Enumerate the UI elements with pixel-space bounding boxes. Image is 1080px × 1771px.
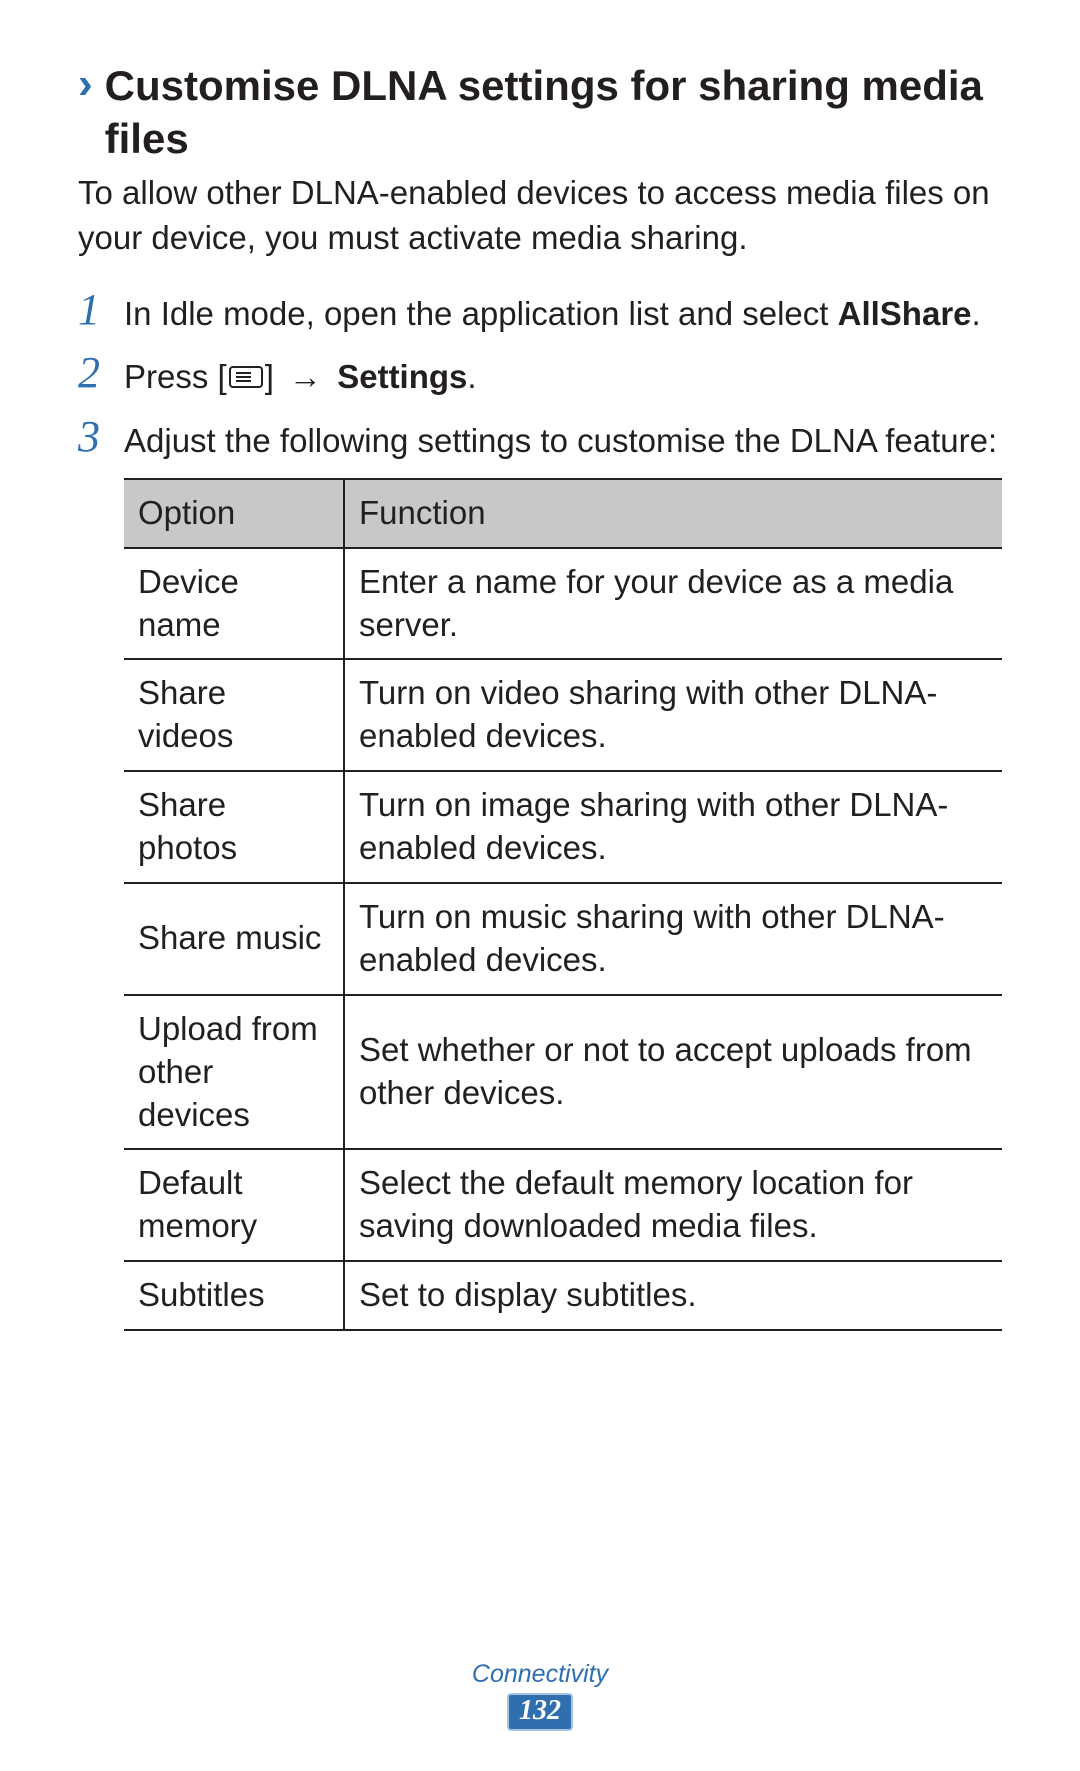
settings-table: Option Function Device name Enter a name… [124, 478, 1002, 1331]
step-text: In Idle mode, open the application list … [124, 295, 838, 332]
step-body: Press [] → Settings. [124, 351, 477, 402]
table-row: Default memory Select the default memory… [124, 1149, 1002, 1261]
step-1: 1 In Idle mode, open the application lis… [78, 288, 1002, 337]
table-row: Subtitles Set to display subtitles. [124, 1261, 1002, 1330]
cell-function: Select the default memory location for s… [344, 1149, 1002, 1261]
cell-function: Set whether or not to accept uploads fro… [344, 995, 1002, 1150]
table-row: Device name Enter a name for your device… [124, 548, 1002, 660]
page-footer: Connectivity 132 [0, 1660, 1080, 1731]
cell-function: Turn on image sharing with other DLNA-en… [344, 771, 1002, 883]
cell-option: Default memory [124, 1149, 344, 1261]
header-option: Option [124, 479, 344, 548]
cell-option: Subtitles [124, 1261, 344, 1330]
step-text-pre: Press [ [124, 358, 227, 395]
page-number-badge: 132 [507, 1693, 573, 1731]
cell-function: Enter a name for your device as a media … [344, 548, 1002, 660]
step-number: 1 [78, 288, 124, 332]
cell-function: Turn on video sharing with other DLNA-en… [344, 659, 1002, 771]
menu-icon [229, 355, 263, 400]
step-post: . [467, 358, 476, 395]
table-row: Upload from other devices Set whether or… [124, 995, 1002, 1150]
cell-function: Turn on music sharing with other DLNA-en… [344, 883, 1002, 995]
step-post: . [972, 295, 981, 332]
cell-function: Set to display subtitles. [344, 1261, 1002, 1330]
cell-option: Upload from other devices [124, 995, 344, 1150]
step-3: 3 Adjust the following settings to custo… [78, 415, 1002, 464]
step-bold: Settings [337, 358, 467, 395]
table-header-row: Option Function [124, 479, 1002, 548]
table-row: Share photos Turn on image sharing with … [124, 771, 1002, 883]
arrow-right-icon: → [289, 358, 331, 395]
step-2: 2 Press [] → Settings. [78, 351, 1002, 402]
table-row: Share music Turn on music sharing with o… [124, 883, 1002, 995]
footer-section-label: Connectivity [0, 1660, 1080, 1689]
intro-paragraph: To allow other DLNA-enabled devices to a… [78, 171, 1002, 260]
step-body: In Idle mode, open the application list … [124, 288, 981, 337]
cell-option: Device name [124, 548, 344, 660]
cell-option: Share photos [124, 771, 344, 883]
step-text-bracket: ] [265, 358, 283, 395]
step-body: Adjust the following settings to customi… [124, 415, 997, 464]
header-function: Function [344, 479, 1002, 548]
step-number: 3 [78, 415, 124, 459]
section-heading: › Customise DLNA settings for sharing me… [78, 60, 1002, 165]
chevron-right-icon: › [78, 60, 93, 108]
step-bold: AllShare [838, 295, 972, 332]
step-number: 2 [78, 351, 124, 395]
heading-text: Customise DLNA settings for sharing medi… [105, 60, 1002, 165]
table-row: Share videos Turn on video sharing with … [124, 659, 1002, 771]
cell-option: Share videos [124, 659, 344, 771]
cell-option: Share music [124, 883, 344, 995]
